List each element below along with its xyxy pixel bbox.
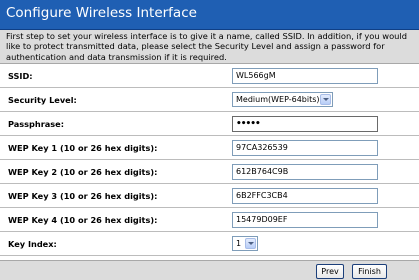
wep-key-4-row: WEP Key 4 (10 or 26 hex digits): 15479D0… — [0, 208, 419, 232]
wep-key-1-row: WEP Key 1 (10 or 26 hex digits): 97CA326… — [0, 136, 419, 160]
passphrase-input[interactable]: ••••• — [232, 116, 378, 132]
wep-key-1-label: WEP Key 1 (10 or 26 hex digits): — [8, 143, 158, 153]
key-index-row: Key Index: 1 — [0, 232, 419, 256]
wep-key-4-input[interactable]: 15479D09EF — [232, 212, 378, 228]
page-title: Configure Wireless Interface — [6, 5, 197, 21]
wep-key-2-input[interactable]: 612B764C9B — [232, 164, 378, 180]
page-header: Configure Wireless Interface — [0, 0, 419, 30]
intro-text: First step to set your wireless interfac… — [0, 30, 419, 64]
wep-key-2-label: WEP Key 2 (10 or 26 hex digits): — [8, 167, 158, 177]
button-bar: Prev Finish — [0, 260, 419, 280]
wep-key-1-input[interactable]: 97CA326539 — [232, 140, 378, 156]
key-index-select[interactable]: 1 — [232, 236, 258, 251]
security-level-value: Medium(WEP-64bits) — [236, 95, 320, 104]
wep-key-4-label: WEP Key 4 (10 or 26 hex digits): — [8, 215, 158, 225]
prev-button[interactable]: Prev — [316, 264, 344, 279]
ssid-row: SSID: WL566gM — [0, 64, 419, 88]
security-level-label: Security Level: — [8, 95, 77, 105]
wep-key-3-label: WEP Key 3 (10 or 26 hex digits): — [8, 191, 158, 201]
key-index-value: 1 — [236, 239, 242, 248]
wep-key-2-row: WEP Key 2 (10 or 26 hex digits): 612B764… — [0, 160, 419, 184]
passphrase-label: Passphrase: — [8, 119, 65, 129]
key-index-label: Key Index: — [8, 239, 57, 249]
passphrase-row: Passphrase: ••••• — [0, 112, 419, 136]
finish-button[interactable]: Finish — [352, 264, 387, 279]
wep-key-3-input[interactable]: 6B2FFC3CB4 — [232, 188, 378, 204]
security-level-select[interactable]: Medium(WEP-64bits) — [232, 92, 333, 107]
ssid-input[interactable]: WL566gM — [232, 68, 378, 84]
ssid-label: SSID: — [8, 71, 33, 81]
chevron-down-icon[interactable] — [320, 94, 331, 105]
wep-key-3-row: WEP Key 3 (10 or 26 hex digits): 6B2FFC3… — [0, 184, 419, 208]
chevron-down-icon[interactable] — [245, 238, 256, 249]
security-level-row: Security Level: Medium(WEP-64bits) — [0, 88, 419, 112]
